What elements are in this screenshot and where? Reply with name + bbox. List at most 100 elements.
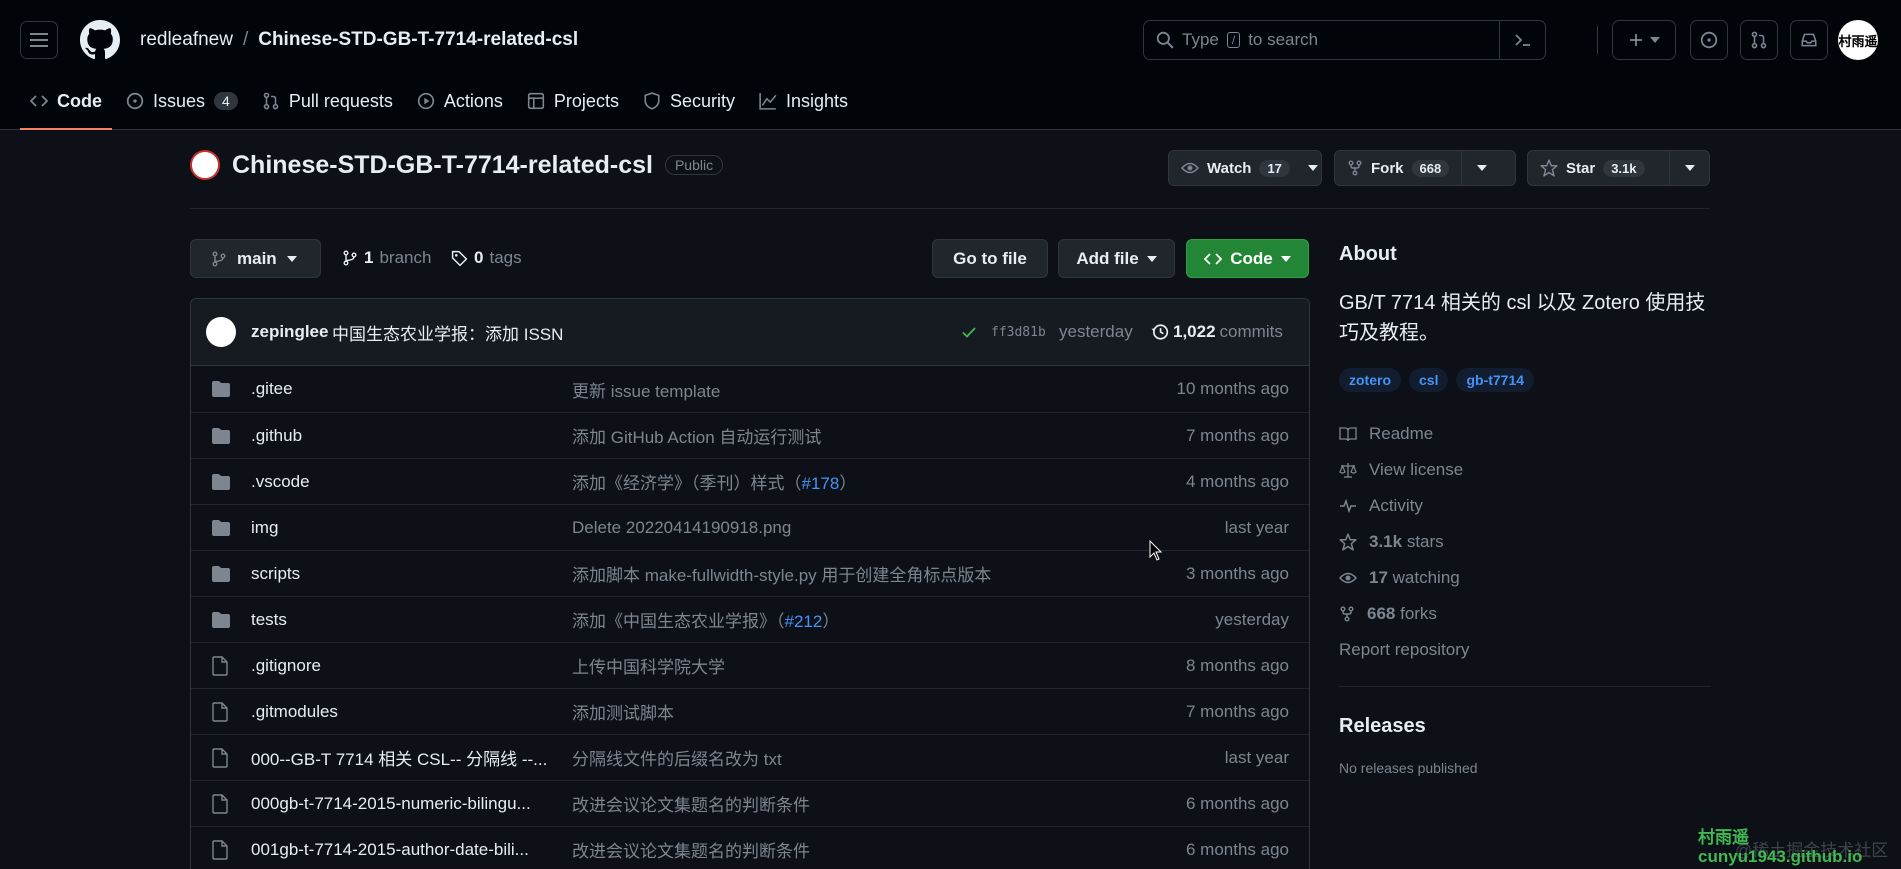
code-button[interactable]: Code — [1186, 239, 1309, 278]
file-row[interactable]: 000gb-t-7714-2015-numeric-bilingu... 改进会议… — [191, 780, 1309, 826]
file-commit-message[interactable]: 上传中国科学院大学 — [572, 653, 725, 678]
pull-request-link[interactable]: #212 — [785, 612, 823, 631]
commit-message-text: Delete 20220414190918.png — [572, 517, 792, 537]
commits-link[interactable]: 1,022 commits — [1151, 322, 1283, 342]
file-commit-message[interactable]: 添加《中国生态农业学报》（#212） — [572, 607, 839, 632]
file-commit-message[interactable]: 添加脚本 make-fullwidth-style.py 用于创建全角标点版本 — [572, 561, 991, 586]
file-commit-message[interactable]: Delete 20220414190918.png — [572, 518, 791, 538]
star-count: 3.1k — [1603, 159, 1645, 177]
file-name-link[interactable]: .gitignore — [251, 656, 321, 676]
file-row[interactable]: .gitignore 上传中国科学院大学 8 months ago — [191, 642, 1309, 688]
search-placeholder-post: to search — [1248, 30, 1319, 49]
repo-name[interactable]: Chinese-STD-GB-T-7714-related-csl — [232, 151, 653, 180]
file-row[interactable]: .github 添加 GitHub Action 自动运行测试 7 months a… — [191, 412, 1309, 458]
pull-requests-button[interactable] — [1740, 20, 1778, 60]
owner-link[interactable]: redleafnew — [140, 29, 233, 51]
file-name-link[interactable]: img — [251, 518, 278, 538]
report-repository-link[interactable]: Report repository — [1339, 632, 1711, 668]
star-lists-button[interactable] — [1669, 151, 1709, 185]
file-name-link[interactable]: .github — [251, 426, 302, 446]
file-commit-message[interactable]: 添加测试脚本 — [572, 699, 674, 724]
file-name-link[interactable]: .gitmodules — [251, 702, 338, 722]
caret-down-icon — [1280, 255, 1291, 262]
branches-link[interactable]: 1 branch — [342, 248, 431, 268]
file-commit-message[interactable]: 改进会议论文集题名的判断条件 — [572, 837, 810, 862]
star-icon — [1339, 533, 1357, 551]
file-commit-message[interactable]: 添加 GitHub Action 自动运行测试 — [572, 423, 821, 448]
file-name-link[interactable]: scripts — [251, 564, 300, 584]
file-commit-message[interactable]: 改进会议论文集题名的判断条件 — [572, 791, 810, 816]
fork-options-button[interactable] — [1461, 151, 1501, 185]
file-name-link[interactable]: .gitee — [251, 379, 293, 399]
file-time: yesterday — [1215, 609, 1289, 629]
file-name-link[interactable]: tests — [251, 610, 287, 630]
forks-link[interactable]: 668 forks — [1339, 596, 1711, 632]
license-link[interactable]: View license — [1339, 452, 1711, 488]
topic-tag[interactable]: gb-t7714 — [1456, 368, 1535, 392]
topic-tag[interactable]: csl — [1409, 368, 1449, 392]
search-input[interactable]: Type / to search — [1143, 20, 1546, 60]
go-to-file-button[interactable]: Go to file — [932, 239, 1048, 278]
releases-heading[interactable]: Releases — [1339, 715, 1711, 738]
file-time: 7 months ago — [1185, 701, 1289, 721]
tab-issues[interactable]: Issues 4 — [116, 80, 248, 122]
file-name-link[interactable]: .vscode — [251, 472, 310, 492]
watch-button[interactable]: Watch 17 — [1168, 150, 1322, 186]
topic-tag[interactable]: zotero — [1339, 368, 1401, 392]
readme-link[interactable]: Readme — [1339, 416, 1711, 452]
github-logo-icon[interactable] — [80, 20, 120, 60]
commit-sha[interactable]: ff3d81b — [991, 325, 1046, 340]
repo-link[interactable]: Chinese-STD-GB-T-7714-related-csl — [258, 29, 578, 51]
activity-link[interactable]: Activity — [1339, 488, 1711, 524]
table-icon — [527, 92, 545, 110]
tab-projects[interactable]: Projects — [517, 80, 629, 122]
file-commit-message[interactable]: 更新 issue template — [572, 377, 720, 402]
file-row[interactable]: .gitmodules 添加测试脚本 7 months ago — [191, 688, 1309, 734]
file-row[interactable]: img Delete 20220414190918.png last year — [191, 504, 1309, 550]
command-palette-button[interactable] — [1499, 20, 1545, 60]
file-commit-message[interactable]: 分隔线文件的后缀名改为 txt — [572, 745, 782, 770]
tab-pull-requests[interactable]: Pull requests — [252, 80, 403, 122]
hamburger-icon — [30, 33, 48, 47]
file-commit-message[interactable]: 添加《经济学》（季刊）样式（#178） — [572, 469, 856, 494]
stars-link[interactable]: 3.1k stars — [1339, 524, 1711, 560]
search-icon — [1156, 31, 1174, 49]
tags-link[interactable]: 0 tags — [451, 248, 522, 268]
branch-selector[interactable]: main — [190, 239, 321, 278]
file-row[interactable]: tests 添加《中国生态农业学报》（#212） yesterday — [191, 596, 1309, 642]
file-time: last year — [1224, 517, 1289, 537]
create-new-button[interactable] — [1612, 20, 1676, 60]
watchers-link[interactable]: 17 watching — [1339, 560, 1711, 596]
inbox-button[interactable] — [1790, 20, 1828, 60]
check-icon[interactable] — [961, 324, 977, 340]
add-file-button[interactable]: Add file — [1058, 239, 1175, 278]
file-row[interactable]: scripts 添加脚本 make-fullwidth-style.py 用于创建… — [191, 550, 1309, 596]
commit-author[interactable]: zepinglee — [251, 322, 328, 342]
file-row[interactable]: 001gb-t-7714-2015-author-date-bili... 改进会… — [191, 826, 1309, 869]
file-row[interactable]: .gitee 更新 issue template 10 months ago — [191, 366, 1309, 412]
file-name-link[interactable]: 000--GB-T 7714 相关 CSL-- 分隔线 --... — [251, 745, 547, 770]
file-row[interactable]: 000--GB-T 7714 相关 CSL-- 分隔线 --... 分隔线文件的后… — [191, 734, 1309, 780]
repo-nav: Code Issues 4 Pull requests Actions Proj… — [20, 80, 858, 130]
issues-button[interactable] — [1690, 20, 1728, 60]
repo-description: GB/T 7714 相关的 csl 以及 Zotero 使用技巧及教程。 — [1339, 292, 1706, 344]
commit-author-avatar[interactable] — [206, 317, 236, 347]
file-name-link[interactable]: 000gb-t-7714-2015-numeric-bilingu... — [251, 794, 531, 814]
tab-actions[interactable]: Actions — [407, 80, 513, 122]
pull-request-link[interactable]: #178 — [802, 474, 840, 493]
file-row[interactable]: .vscode 添加《经济学》（季刊）样式（#178） 4 months ago — [191, 458, 1309, 504]
tab-insights[interactable]: Insights — [749, 80, 858, 122]
caret-down-icon — [1146, 255, 1157, 262]
tab-code[interactable]: Code — [20, 80, 112, 130]
file-time: 8 months ago — [1185, 655, 1289, 675]
file-time: last year — [1224, 747, 1289, 767]
menu-button[interactable] — [20, 21, 58, 59]
star-button[interactable]: Star 3.1k — [1527, 150, 1710, 186]
commit-message[interactable]: 中国生态农业学报：添加 ISSN — [332, 320, 563, 345]
repo-owner-avatar[interactable] — [190, 150, 220, 180]
book-icon — [1339, 427, 1357, 442]
fork-button[interactable]: Fork 668 — [1334, 150, 1516, 186]
tab-security[interactable]: Security — [633, 80, 745, 122]
file-name-link[interactable]: 001gb-t-7714-2015-author-date-bili... — [251, 840, 529, 860]
user-avatar[interactable]: 村雨遥 — [1838, 20, 1878, 60]
